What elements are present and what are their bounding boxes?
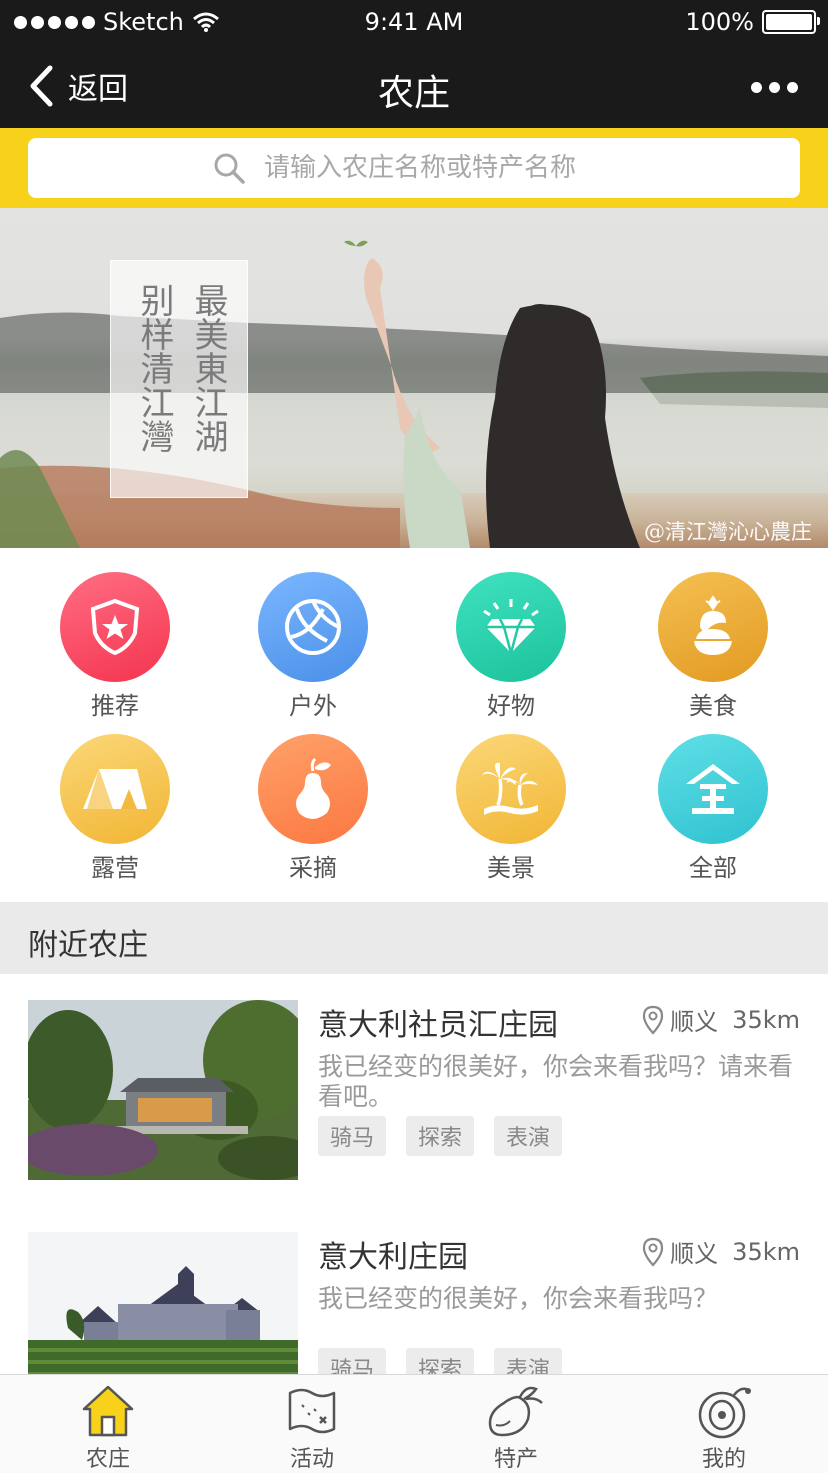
category-icon-bg [658, 734, 768, 844]
category-icon-bg [258, 734, 368, 844]
farm-location: 顺义 35km [642, 1234, 800, 1269]
all-icon [686, 764, 740, 814]
farm-distance: 35km [732, 1237, 800, 1266]
category-icon-bg [456, 734, 566, 844]
location-pin-icon [643, 1237, 664, 1267]
farm-description: 我已经变的很美好，你会来看我吗？ [318, 1284, 719, 1313]
category-picking[interactable]: 采摘 [238, 734, 388, 883]
category-label: 全部 [689, 854, 737, 882]
tag: 探索 [406, 1116, 475, 1156]
category-icon-bg [456, 572, 566, 682]
category-label: 露营 [91, 854, 139, 882]
farm-description: 我已经变的很美好，你会来看我吗？请来看看吧。 [318, 1052, 794, 1111]
category-outdoor[interactable]: 户外 [238, 572, 388, 721]
shield-star-icon [90, 598, 140, 656]
tab-label: 活动 [289, 1447, 334, 1472]
search-bar [0, 128, 828, 208]
poem-col-2: 别样清江灣 [134, 283, 174, 453]
category-grid: 推荐 户外 好物 美食 露营 采摘 美景 全部 [0, 548, 828, 902]
farm-city: 顺义 [670, 1240, 719, 1268]
diamond-icon [483, 599, 539, 654]
search-input[interactable] [262, 152, 616, 184]
category-label: 采摘 [289, 854, 337, 882]
profile-icon [698, 1387, 751, 1439]
location-pin-icon [643, 1005, 664, 1035]
banner-watermark: @清江灣沁心農庄 [644, 520, 812, 544]
category-icon-bg [658, 572, 768, 682]
category-label: 美食 [689, 692, 737, 720]
more-dot-icon [751, 82, 762, 93]
category-goods[interactable]: 好物 [436, 572, 586, 721]
category-scenery[interactable]: 美景 [436, 734, 586, 883]
palm-tree-icon [482, 762, 538, 815]
banner-carousel[interactable]: 最美東江湖 别样清江灣 @清江灣沁心農庄 [0, 208, 828, 548]
category-label: 户外 [289, 692, 337, 720]
tab-specialty[interactable]: 特产 [446, 1383, 586, 1473]
category-label: 好物 [487, 692, 535, 720]
section-header: 附近农庄 [0, 902, 828, 974]
banner-poem: 最美東江湖 别样清江灣 [110, 260, 248, 498]
tab-label: 我的 [701, 1447, 746, 1472]
status-bar: Sketch 9:41 AM 100% [0, 0, 828, 46]
category-icon-bg [60, 572, 170, 682]
more-dot-icon [769, 82, 780, 93]
fruit-icon [488, 1386, 543, 1437]
farm-tags: 骑马 探索 表演 [318, 1116, 563, 1156]
category-recommend[interactable]: 推荐 [40, 572, 190, 721]
category-food[interactable]: 美食 [638, 572, 788, 721]
farm-distance: 35km [732, 1005, 800, 1034]
farm-location: 顺义 35km [642, 1002, 800, 1037]
tab-activity[interactable]: 活动 [242, 1383, 382, 1473]
tag: 骑马 [318, 1116, 387, 1156]
farm-thumbnail [28, 1000, 298, 1180]
farm-photo-image [28, 1000, 298, 1180]
category-camping[interactable]: 露营 [40, 734, 190, 883]
tag: 表演 [494, 1116, 563, 1156]
search-icon [214, 153, 245, 184]
more-dot-icon [787, 82, 798, 93]
top-bar: Sketch 9:41 AM 100% 返回 农庄 [0, 0, 828, 128]
more-button[interactable] [751, 82, 798, 93]
volleyball-icon [285, 599, 341, 655]
page-title: 农庄 [377, 73, 450, 114]
category-icon-bg [60, 734, 170, 844]
pear-icon [296, 757, 331, 819]
tab-label: 特产 [493, 1447, 538, 1472]
category-label: 推荐 [91, 692, 139, 720]
category-label: 美景 [487, 854, 535, 882]
tab-profile[interactable]: 我的 [654, 1383, 794, 1473]
tab-bar: 农庄 活动 特产 我的 [0, 1374, 828, 1473]
category-icon-bg [258, 572, 368, 682]
farm-name: 意大利庄园 [318, 1240, 468, 1275]
battery-icon [762, 10, 820, 34]
tab-label: 农庄 [85, 1447, 130, 1472]
dessert-icon [694, 595, 732, 655]
farm-city: 顺义 [670, 1008, 719, 1036]
search-box[interactable] [28, 138, 800, 198]
poem-col-1: 最美東江湖 [188, 283, 228, 453]
tent-icon [83, 769, 147, 809]
tab-farm[interactable]: 农庄 [38, 1383, 178, 1473]
nav-bar: 返回 农庄 [0, 46, 828, 128]
list-item[interactable]: 意大利社员汇庄园 顺义 35km 我已经变的很美好，你会来看我吗？请来看看吧。 … [0, 974, 828, 1207]
battery-status: 100% [685, 8, 820, 36]
category-all[interactable]: 全部 [638, 734, 788, 883]
battery-percent: 100% [685, 8, 754, 36]
farm-name: 意大利社员汇庄园 [318, 1008, 558, 1043]
section-title: 附近农庄 [28, 928, 148, 963]
map-icon [288, 1388, 336, 1434]
farmhouse-icon [82, 1385, 134, 1437]
